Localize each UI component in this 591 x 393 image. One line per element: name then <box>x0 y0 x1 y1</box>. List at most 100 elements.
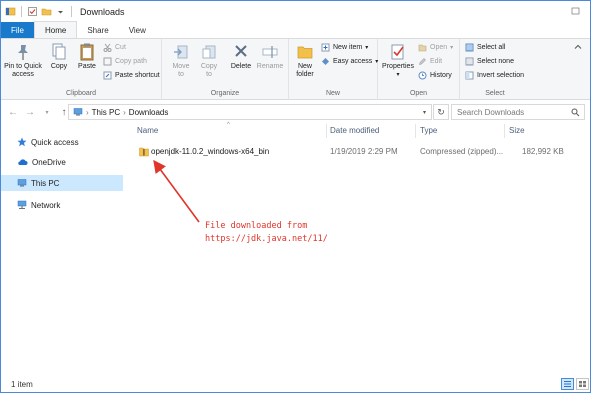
scissors-icon <box>103 43 112 52</box>
breadcrumb-separator-icon: › <box>123 107 126 117</box>
move-to-icon <box>174 45 188 59</box>
column-header-size[interactable]: Size <box>509 126 525 135</box>
dropdown-arrow-icon: ▾ <box>396 72 400 78</box>
search-input[interactable]: Search Downloads <box>451 104 585 120</box>
annotation-text: File downloaded from https://jdk.java.ne… <box>205 221 328 244</box>
window-controls-icon[interactable] <box>570 5 582 17</box>
back-arrow-icon[interactable]: ← <box>8 107 18 118</box>
details-view-button[interactable] <box>561 378 574 390</box>
tab-home[interactable]: Home <box>34 21 78 38</box>
breadcrumb-separator-icon: › <box>86 107 89 117</box>
open-icon <box>418 44 427 52</box>
forward-arrow-icon[interactable]: → <box>25 107 35 118</box>
toolbar-separator <box>71 6 72 17</box>
breadcrumb-downloads[interactable]: Downloads <box>129 108 169 117</box>
new-folder-icon[interactable] <box>41 6 52 17</box>
clipboard-group: Pin to Quick access Copy Paste Cut Copy … <box>1 39 162 100</box>
edit-button[interactable]: Edit <box>418 57 442 66</box>
edit-icon <box>419 58 426 65</box>
large-icons-view-button[interactable] <box>576 378 589 390</box>
file-size: 182,992 KB <box>522 147 564 156</box>
toolbar-separator <box>21 6 22 17</box>
select-none-icon <box>465 57 474 66</box>
computer-icon <box>17 179 27 187</box>
dropdown-arrow-icon: ▾ <box>365 45 369 51</box>
quick-access-toolbar <box>1 6 74 17</box>
pin-to-quick-access-button[interactable]: Pin to Quick access <box>4 43 42 79</box>
properties-check-icon[interactable] <box>27 6 38 17</box>
copy-path-icon <box>103 57 112 66</box>
copy-to-button[interactable]: Copy to <box>197 43 221 79</box>
new-group-label: New <box>325 90 340 97</box>
easy-access-button[interactable]: Easy access ▾ <box>321 57 378 66</box>
column-header-date[interactable]: Date modified <box>330 126 379 135</box>
address-bar[interactable]: › This PC › Downloads ▾ <box>68 104 432 120</box>
status-bar: 1 item <box>1 376 590 393</box>
open-button[interactable]: Open ▾ <box>418 43 453 52</box>
organize-group-label: Organize <box>210 90 240 97</box>
refresh-icon: ↻ <box>437 106 445 117</box>
clipboard-group-label: Clipboard <box>66 90 96 97</box>
dropdown-arrow-icon: ▾ <box>450 45 454 51</box>
file-name: openjdk-11.0.2_windows-x64_bin <box>151 147 270 156</box>
new-item-button[interactable]: New item ▾ <box>321 43 368 52</box>
rename-icon <box>262 46 278 58</box>
large-icons-view-icon <box>579 381 586 387</box>
copy-button[interactable]: Copy <box>47 43 71 71</box>
new-group: New folder New item ▾ Easy access ▾ New <box>289 39 378 100</box>
select-group-label: Select <box>485 90 505 97</box>
file-list: ^ Name Date modified Type Size openjdk-1… <box>127 122 590 374</box>
history-icon <box>418 71 427 80</box>
copy-icon <box>52 43 66 60</box>
breadcrumb-this-pc[interactable]: This PC <box>92 108 120 117</box>
tab-share[interactable]: Share <box>77 22 118 38</box>
delete-x-icon <box>235 45 247 57</box>
easy-access-icon <box>322 58 329 65</box>
file-type: Compressed (zipped)... <box>420 147 504 156</box>
select-none-button[interactable]: Select none <box>465 57 514 66</box>
rename-button[interactable]: Rename <box>257 43 283 71</box>
zip-folder-icon <box>139 147 149 157</box>
delete-button[interactable]: Delete <box>229 43 253 71</box>
cut-button[interactable]: Cut <box>103 43 126 52</box>
select-group: Select all Select none Invert selection … <box>460 39 530 100</box>
organize-group: Move to Copy to Delete Rename Organize <box>162 39 289 100</box>
tab-view[interactable]: View <box>119 22 156 38</box>
window-title: Downloads <box>80 6 125 17</box>
ribbon-tabs: File Home Share View <box>1 21 590 38</box>
customize-toolbar-icon[interactable] <box>55 6 66 17</box>
address-dropdown-icon[interactable]: ▾ <box>423 109 426 116</box>
recent-locations-icon[interactable]: ▾ <box>42 109 52 116</box>
column-header-name[interactable]: Name <box>137 126 158 135</box>
column-header-type[interactable]: Type <box>420 126 437 135</box>
paste-shortcut-button[interactable]: Paste shortcut <box>103 71 160 80</box>
tab-file[interactable]: File <box>1 22 34 38</box>
copy-path-button[interactable]: Copy path <box>103 57 147 66</box>
move-to-button[interactable]: Move to <box>169 43 193 79</box>
new-item-icon <box>321 43 330 52</box>
properties-button[interactable]: Properties ▾ <box>382 43 414 79</box>
navigation-pane: Quick access OneDrive This PC Network <box>1 122 127 374</box>
collapse-ribbon-icon[interactable] <box>574 43 582 51</box>
history-button[interactable]: History <box>418 71 452 80</box>
paste-button[interactable]: Paste <box>75 43 99 71</box>
sidebar-item-this-pc[interactable]: This PC <box>1 175 123 191</box>
explorer-icon <box>5 7 16 16</box>
sidebar-item-network[interactable]: Network <box>1 197 123 213</box>
file-date: 1/19/2019 2:29 PM <box>330 147 398 156</box>
sidebar-item-quick-access[interactable]: Quick access <box>1 134 123 150</box>
star-icon <box>17 137 27 147</box>
select-all-button[interactable]: Select all <box>465 43 505 52</box>
refresh-button[interactable]: ↻ <box>433 104 449 120</box>
column-divider[interactable] <box>415 124 416 138</box>
copy-to-icon <box>202 45 216 59</box>
sidebar-item-onedrive[interactable]: OneDrive <box>1 154 123 170</box>
address-row: ← → ▾ ↑ › This PC › Downloads ▾ ↻ Search… <box>1 102 590 122</box>
select-all-icon <box>465 43 474 52</box>
column-divider[interactable] <box>326 124 327 138</box>
details-view-icon <box>564 381 571 387</box>
invert-selection-button[interactable]: Invert selection <box>465 71 524 80</box>
column-divider[interactable] <box>504 124 505 138</box>
new-folder-button[interactable]: New folder <box>292 43 318 79</box>
paste-shortcut-icon <box>103 71 112 80</box>
